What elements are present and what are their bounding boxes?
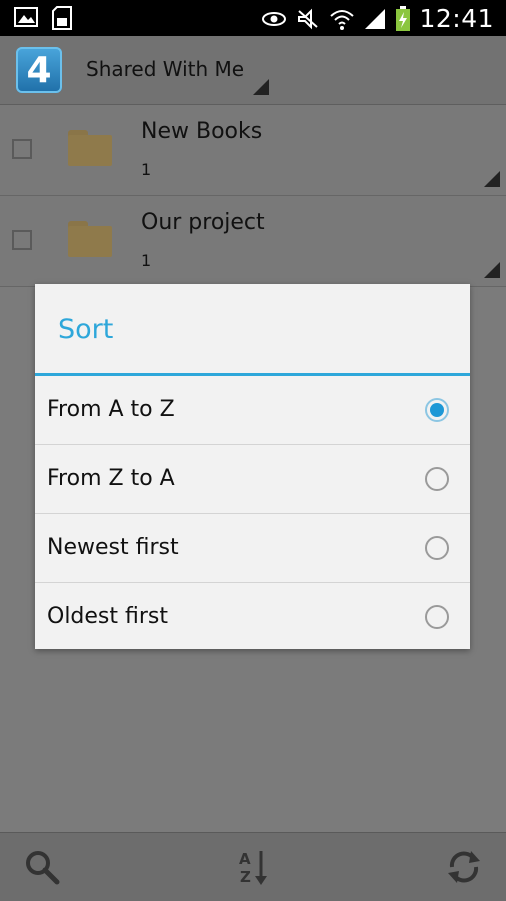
refresh-icon[interactable] <box>444 847 484 887</box>
dialog-title: Sort <box>58 314 114 345</box>
item-name: Our project <box>141 210 265 235</box>
spinner-corner-icon <box>253 79 269 95</box>
mute-icon <box>298 8 319 29</box>
item-checkbox[interactable] <box>12 230 32 250</box>
sort-options: From A to Z From Z to A Newest first Old… <box>35 376 470 651</box>
bottom-toolbar: A Z <box>0 832 506 901</box>
app-logo-icon[interactable]: 4 <box>16 47 62 93</box>
radio-button[interactable] <box>425 398 449 422</box>
eye-icon <box>262 11 287 26</box>
wifi-icon <box>330 9 355 30</box>
signal-icon <box>365 8 386 29</box>
image-icon <box>14 7 38 27</box>
option-label: Newest first <box>47 535 179 560</box>
folder-icon <box>68 130 112 166</box>
svg-text:A: A <box>239 850 251 868</box>
sort-az-icon[interactable]: A Z <box>234 847 274 887</box>
item-menu-corner-icon[interactable] <box>484 171 500 187</box>
item-count: 1 <box>141 251 152 270</box>
radio-button[interactable] <box>425 467 449 491</box>
item-count: 1 <box>141 160 152 179</box>
radio-button[interactable] <box>425 536 449 560</box>
radio-button[interactable] <box>425 605 449 629</box>
option-label: From A to Z <box>47 397 175 422</box>
item-name: New Books <box>141 119 263 144</box>
sort-dialog: Sort From A to Z From Z to A Newest firs… <box>35 284 470 649</box>
sort-option-newest-first[interactable]: Newest first <box>35 514 470 583</box>
folder-spinner-title[interactable]: Shared With Me <box>86 57 244 81</box>
folder-icon <box>68 221 112 257</box>
item-menu-corner-icon[interactable] <box>484 262 500 278</box>
sort-option-oldest-first[interactable]: Oldest first <box>35 583 470 651</box>
item-checkbox[interactable] <box>12 139 32 159</box>
sort-option-a-to-z[interactable]: From A to Z <box>35 376 470 445</box>
svg-text:Z: Z <box>240 868 251 886</box>
list-item[interactable]: Our project 1 <box>0 196 506 287</box>
app-logo-text: 4 <box>26 50 52 91</box>
battery-charging-icon <box>396 5 411 31</box>
list-item[interactable]: New Books 1 <box>0 105 506 196</box>
file-list: New Books 1 Our project 1 <box>0 105 506 287</box>
status-bar: 12:41 <box>0 0 506 36</box>
clock-time: 12:41 <box>419 4 494 33</box>
search-icon[interactable] <box>22 847 62 887</box>
option-label: Oldest first <box>47 604 168 629</box>
option-label: From Z to A <box>47 466 175 491</box>
sd-card-icon <box>52 6 72 30</box>
sort-option-z-to-a[interactable]: From Z to A <box>35 445 470 514</box>
